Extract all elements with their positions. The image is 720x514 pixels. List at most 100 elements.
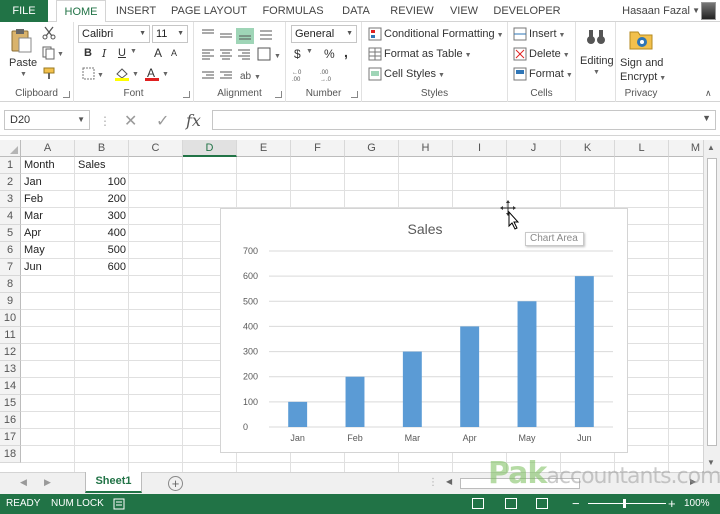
column-header-l[interactable]: L bbox=[615, 140, 669, 157]
row-header-3[interactable]: 3 bbox=[0, 191, 21, 208]
bar-jan[interactable] bbox=[288, 401, 308, 427]
scroll-thumb[interactable] bbox=[707, 158, 717, 446]
column-header-m[interactable]: M bbox=[669, 140, 703, 157]
cell-a2[interactable]: Jan bbox=[21, 174, 75, 191]
percent-button[interactable]: % bbox=[324, 47, 335, 61]
macro-record-icon[interactable] bbox=[113, 498, 125, 510]
column-header-g[interactable]: G bbox=[345, 140, 399, 157]
cell-b3[interactable]: 200 bbox=[75, 191, 129, 208]
chevron-down-icon[interactable]: ▼ bbox=[306, 48, 313, 55]
tab-formulas[interactable]: FORMULAS bbox=[258, 0, 328, 22]
chevron-down-icon[interactable]: ▼ bbox=[130, 48, 137, 55]
name-box[interactable]: D20 ▼ bbox=[4, 110, 90, 130]
row-header-7[interactable]: 7 bbox=[0, 259, 21, 276]
column-header-d[interactable]: D bbox=[183, 140, 237, 157]
chevron-down-icon[interactable]: ▼ bbox=[692, 0, 700, 22]
row-header-5[interactable]: 5 bbox=[0, 225, 21, 242]
row-header-1[interactable]: 1 bbox=[0, 157, 21, 174]
row-header-17[interactable]: 17 bbox=[0, 429, 21, 446]
zoom-in-icon[interactable]: + bbox=[668, 494, 676, 514]
shrink-font-button[interactable]: A bbox=[171, 48, 177, 58]
fill-color-icon[interactable]: ▼ bbox=[114, 66, 140, 82]
avatar[interactable] bbox=[701, 2, 716, 20]
sign-encrypt-line1[interactable]: Sign and bbox=[620, 57, 663, 69]
cell-b2[interactable]: 100 bbox=[75, 174, 129, 191]
tab-developer[interactable]: DEVELOPER bbox=[490, 0, 564, 22]
sign-encrypt-line2[interactable]: Encrypt ▼ bbox=[620, 71, 666, 83]
cut-icon[interactable] bbox=[42, 26, 56, 40]
row-header-12[interactable]: 12 bbox=[0, 344, 21, 361]
zoom-level[interactable]: 100% bbox=[684, 494, 710, 514]
row-header-16[interactable]: 16 bbox=[0, 412, 21, 429]
cell-a1[interactable]: Month bbox=[21, 157, 75, 174]
zoom-slider-knob[interactable] bbox=[623, 499, 626, 508]
copy-icon[interactable]: ▼ bbox=[42, 46, 64, 60]
tab-page-layout[interactable]: PAGE LAYOUT bbox=[168, 0, 250, 22]
vertical-scrollbar[interactable]: ▲ ▼ bbox=[703, 140, 720, 472]
cell-a3[interactable]: Feb bbox=[21, 191, 75, 208]
enter-icon[interactable]: ✓ bbox=[156, 111, 169, 131]
grow-font-button[interactable]: A bbox=[154, 46, 162, 60]
bar-feb[interactable] bbox=[345, 376, 365, 427]
tab-file[interactable]: FILE bbox=[0, 0, 48, 22]
italic-button[interactable]: I bbox=[102, 47, 106, 60]
chart-title[interactable]: Sales bbox=[407, 221, 442, 237]
cell-styles-button[interactable]: Cell Styles ▼ bbox=[384, 68, 445, 80]
prev-sheet-icon[interactable]: ◀ bbox=[20, 477, 27, 488]
split-handle-icon[interactable]: ⋮ bbox=[428, 477, 438, 488]
cell-b6[interactable]: 500 bbox=[75, 242, 129, 259]
font-size-select[interactable]: 11 ▼ bbox=[152, 25, 188, 43]
cell-b4[interactable]: 300 bbox=[75, 208, 129, 225]
next-sheet-icon[interactable]: ▶ bbox=[44, 477, 51, 488]
bar-jun[interactable] bbox=[574, 276, 594, 427]
column-header-a[interactable]: A bbox=[21, 140, 75, 157]
user-name[interactable]: Hasaan Fazal bbox=[622, 0, 690, 22]
editing-group[interactable]: Editing ▼ bbox=[576, 22, 616, 102]
column-header-k[interactable]: K bbox=[561, 140, 615, 157]
cell-a7[interactable]: Jun bbox=[21, 259, 75, 276]
scroll-left-icon[interactable]: ◀ bbox=[446, 477, 452, 486]
tab-data[interactable]: DATA bbox=[336, 0, 376, 22]
row-header-15[interactable]: 15 bbox=[0, 395, 21, 412]
row-header-6[interactable]: 6 bbox=[0, 242, 21, 259]
sign-encrypt-icon[interactable] bbox=[628, 26, 654, 52]
paste-label[interactable]: Paste bbox=[9, 57, 37, 69]
row-header-8[interactable]: 8 bbox=[0, 276, 21, 293]
cell-b1[interactable]: Sales bbox=[75, 157, 129, 174]
sheet-tab-sheet1[interactable]: Sheet1 bbox=[85, 472, 142, 493]
tab-review[interactable]: REVIEW bbox=[386, 0, 438, 22]
delete-button[interactable]: Delete ▼ bbox=[529, 48, 570, 60]
tab-home[interactable]: HOME bbox=[56, 0, 106, 23]
column-header-j[interactable]: J bbox=[507, 140, 561, 157]
number-launcher-icon[interactable] bbox=[351, 91, 358, 98]
tab-view[interactable]: VIEW bbox=[446, 0, 482, 22]
bar-mar[interactable] bbox=[402, 351, 422, 427]
bar-may[interactable] bbox=[517, 301, 537, 427]
insert-function-icon[interactable]: fx bbox=[186, 111, 201, 130]
format-as-table-button[interactable]: Format as Table ▼ bbox=[384, 48, 472, 60]
row-header-11[interactable]: 11 bbox=[0, 327, 21, 344]
font-color-icon[interactable]: A ▼ bbox=[144, 66, 170, 82]
row-header-18[interactable]: 18 bbox=[0, 446, 21, 463]
row-header-9[interactable]: 9 bbox=[0, 293, 21, 310]
row-header-13[interactable]: 13 bbox=[0, 361, 21, 378]
row-header-4[interactable]: 4 bbox=[0, 208, 21, 225]
zoom-slider[interactable] bbox=[588, 503, 666, 504]
normal-view-icon[interactable] bbox=[472, 498, 484, 509]
zoom-out-icon[interactable]: − bbox=[572, 494, 580, 514]
column-header-b[interactable]: B bbox=[75, 140, 129, 157]
number-format-select[interactable]: General ▼ bbox=[291, 25, 357, 43]
chevron-down-icon[interactable]: ▼ bbox=[20, 71, 27, 78]
add-sheet-icon[interactable]: + bbox=[168, 476, 183, 491]
alignment-launcher-icon[interactable] bbox=[275, 91, 282, 98]
cell-b7[interactable]: 600 bbox=[75, 259, 129, 276]
tab-insert[interactable]: INSERT bbox=[110, 0, 162, 22]
chevron-down-icon[interactable]: ▼ bbox=[702, 113, 711, 123]
comma-button[interactable]: , bbox=[344, 44, 348, 60]
cell-a4[interactable]: Mar bbox=[21, 208, 75, 225]
decimal-buttons[interactable]: ←0.00 .00→.0 bbox=[292, 68, 352, 82]
column-header-h[interactable]: H bbox=[399, 140, 453, 157]
paste-button[interactable] bbox=[10, 28, 32, 54]
bar-apr[interactable] bbox=[460, 326, 480, 427]
collapse-ribbon-icon[interactable]: ∧ bbox=[705, 88, 712, 99]
